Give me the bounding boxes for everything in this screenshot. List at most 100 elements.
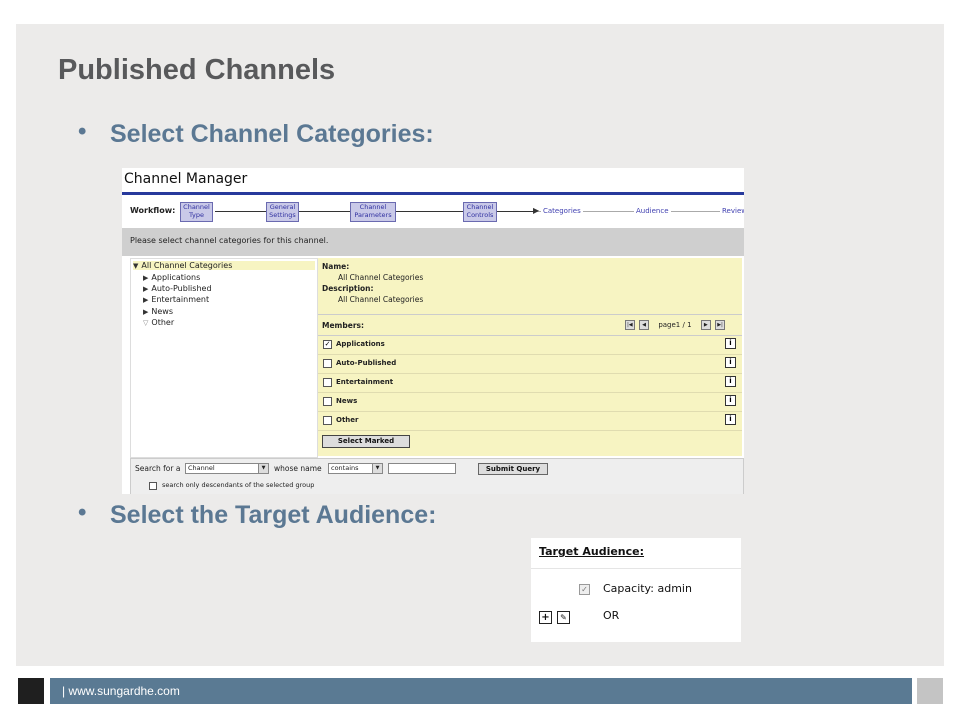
workflow-step-categories[interactable]: Categories bbox=[541, 207, 583, 215]
footer-dark-square bbox=[18, 678, 44, 704]
bullet-select-audience: • Select the Target Audience: bbox=[78, 499, 437, 530]
instruction-bar: Please select channel categories for thi… bbox=[122, 228, 744, 256]
prev-page-icon[interactable]: ◀ bbox=[639, 320, 650, 330]
member-label: Applications bbox=[336, 340, 385, 348]
step-line2: Type bbox=[189, 210, 204, 219]
bullet-text: Select the Target Audience: bbox=[110, 501, 437, 529]
edit-icon[interactable]: ✎ bbox=[557, 611, 570, 624]
slide-title: Published Channels bbox=[58, 54, 336, 86]
workflow-label: Workflow: bbox=[130, 206, 176, 215]
tree-item-label: News bbox=[151, 307, 174, 316]
member-checkbox[interactable] bbox=[323, 378, 332, 387]
bullet-text: Select Channel Categories: bbox=[110, 120, 434, 148]
info-icon[interactable]: i bbox=[725, 395, 736, 406]
last-page-icon[interactable]: ▶| bbox=[715, 320, 725, 330]
member-checkbox[interactable]: ✓ bbox=[323, 340, 332, 349]
descendants-checkbox[interactable] bbox=[149, 482, 157, 490]
dropdown-arrow-icon: ▼ bbox=[372, 464, 382, 473]
member-checkbox[interactable] bbox=[323, 416, 332, 425]
dropdown-arrow-icon: ▼ bbox=[258, 464, 268, 473]
workflow-step-audience[interactable]: Audience bbox=[634, 207, 671, 215]
pager: |◀ ◀ page1 / 1 ▶ ▶| bbox=[624, 320, 726, 330]
tree-item-label: Applications bbox=[151, 273, 201, 282]
members-label: Members: bbox=[322, 321, 364, 330]
target-audience-rule bbox=[531, 568, 741, 569]
member-checkbox[interactable] bbox=[323, 397, 332, 406]
category-tree: ▼ All Channel Categories ▶ Applications ▶ A… bbox=[130, 258, 318, 458]
tree-item-news[interactable]: ▶ News bbox=[143, 307, 173, 316]
capacity-label: Capacity: admin bbox=[603, 582, 692, 595]
title-rule bbox=[122, 192, 744, 195]
tree-item-auto-published[interactable]: ▶ Auto-Published bbox=[143, 284, 212, 293]
name-value: All Channel Categories bbox=[338, 273, 424, 282]
search-panel: Search for a Channel ▼ whose name contai… bbox=[130, 458, 744, 494]
member-label: Entertainment bbox=[336, 378, 394, 386]
target-audience-title: Target Audience: bbox=[539, 545, 645, 558]
name-label: Name: bbox=[322, 262, 350, 271]
search-type-select[interactable]: Channel ▼ bbox=[185, 463, 269, 474]
workflow-step-channel-parameters[interactable]: Channel Parameters bbox=[350, 202, 396, 222]
workflow-step-channel-controls[interactable]: Channel Controls bbox=[463, 202, 497, 222]
member-row-news: News i bbox=[318, 392, 742, 412]
step-line2: Parameters bbox=[354, 210, 392, 219]
submit-query-button[interactable]: Submit Query bbox=[478, 463, 548, 475]
tree-item-label: Entertainment bbox=[151, 295, 210, 304]
slide-panel: Published Channels • Select Channel Cate… bbox=[16, 24, 944, 666]
tree-item-applications[interactable]: ▶ Applications bbox=[143, 273, 200, 282]
search-operator-select[interactable]: contains ▼ bbox=[328, 463, 383, 474]
current-step-arrow-icon: ▶ bbox=[533, 206, 540, 215]
member-row-other: Other i bbox=[318, 411, 742, 431]
capacity-checkbox[interactable]: ✓ bbox=[579, 584, 590, 595]
step-line2: Settings bbox=[269, 210, 296, 219]
footer-bar: | www.sungardhe.com bbox=[50, 678, 912, 704]
search-prefix: Search for a bbox=[135, 464, 181, 473]
select-marked-button[interactable]: Select Marked bbox=[322, 435, 410, 448]
collapsed-triangle-icon: ▶ bbox=[143, 285, 149, 293]
bullet-select-categories: • Select Channel Categories: bbox=[78, 118, 434, 149]
next-page-icon[interactable]: ▶ bbox=[700, 320, 711, 330]
category-detail-panel: Name: All Channel Categories Description… bbox=[318, 258, 742, 456]
info-icon[interactable]: i bbox=[725, 414, 736, 425]
or-label: OR bbox=[603, 609, 620, 622]
search-operator-value: contains bbox=[331, 464, 359, 472]
info-icon[interactable]: i bbox=[725, 376, 736, 387]
bullet-dot: • bbox=[78, 118, 87, 145]
target-audience-screenshot: Target Audience: ✓ Capacity: admin + ✎ O… bbox=[531, 538, 741, 642]
member-label: Other bbox=[336, 416, 359, 424]
tree-item-label: Auto-Published bbox=[151, 284, 212, 293]
footer-url: | www.sungardhe.com bbox=[62, 684, 180, 698]
step-line2: Controls bbox=[466, 210, 494, 219]
whose-name-label: whose name bbox=[274, 464, 322, 473]
collapsed-triangle-icon: ▶ bbox=[143, 296, 149, 304]
member-label: News bbox=[336, 397, 358, 405]
workflow-step-channel-type[interactable]: Channel Type bbox=[180, 202, 213, 222]
member-row-auto-published: Auto-Published i bbox=[318, 354, 742, 374]
footer-gray-square bbox=[917, 678, 943, 704]
page-indicator: page1 / 1 bbox=[658, 321, 692, 329]
member-checkbox[interactable] bbox=[323, 359, 332, 368]
empty-triangle-icon: ▽ bbox=[143, 319, 149, 327]
instruction-text: Please select channel categories for thi… bbox=[130, 236, 329, 245]
members-header: Members: |◀ ◀ page1 / 1 ▶ ▶| bbox=[318, 314, 742, 336]
tree-item-other[interactable]: ▽ Other bbox=[143, 318, 174, 327]
expanded-triangle-icon: ▼ bbox=[133, 262, 139, 270]
bullet-dot: • bbox=[78, 499, 87, 526]
collapsed-triangle-icon: ▶ bbox=[143, 308, 149, 316]
tree-item-label: Other bbox=[151, 318, 175, 327]
descendants-label: search only descendants of the selected … bbox=[162, 481, 315, 489]
member-row-entertainment: Entertainment i bbox=[318, 373, 742, 393]
channel-manager-screenshot: Channel Manager Workflow: Channel Type G… bbox=[122, 168, 744, 494]
description-value: All Channel Categories bbox=[338, 295, 424, 304]
tree-item-all-categories[interactable]: ▼ All Channel Categories bbox=[133, 261, 315, 270]
add-icon[interactable]: + bbox=[539, 611, 552, 624]
info-icon[interactable]: i bbox=[725, 357, 736, 368]
info-icon[interactable]: i bbox=[725, 338, 736, 349]
search-query-input[interactable] bbox=[388, 463, 456, 474]
collapsed-triangle-icon: ▶ bbox=[143, 274, 149, 282]
workflow-step-review[interactable]: Review bbox=[720, 207, 744, 215]
tree-item-entertainment[interactable]: ▶ Entertainment bbox=[143, 295, 209, 304]
channel-manager-title: Channel Manager bbox=[124, 171, 248, 187]
first-page-icon[interactable]: |◀ bbox=[624, 320, 635, 330]
member-label: Auto-Published bbox=[336, 359, 397, 367]
workflow-step-general-settings[interactable]: General Settings bbox=[266, 202, 299, 222]
